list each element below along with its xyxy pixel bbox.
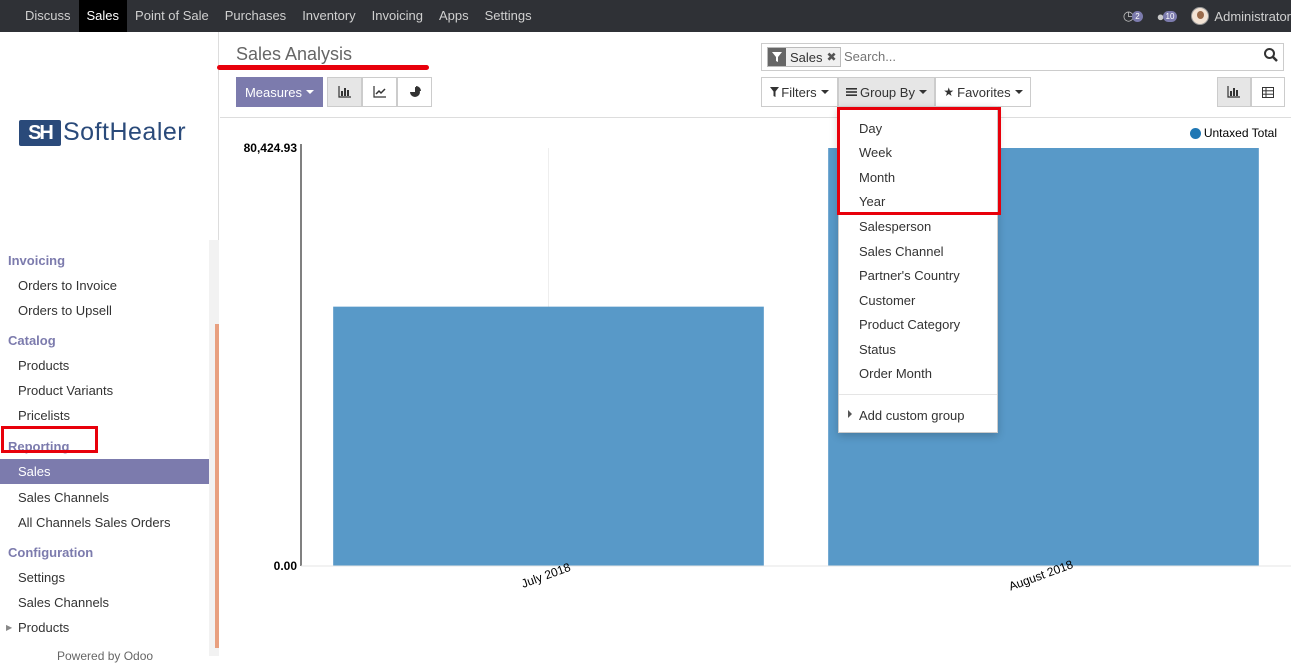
user-menu[interactable]: Administrator <box>1214 9 1291 24</box>
group-by-button[interactable]: Group By <box>838 77 935 107</box>
app-settings[interactable]: Settings <box>477 0 540 32</box>
caret-down-icon <box>820 90 829 94</box>
app-sales[interactable]: Sales <box>78 0 128 32</box>
top-navbar: Discuss Sales Point of Sale Purchases In… <box>0 0 1291 32</box>
favorites-label: Favorites <box>957 84 1011 100</box>
bar[interactable] <box>333 306 764 566</box>
section-catalog: Catalog <box>8 333 56 348</box>
measures-label: Measures <box>244 84 303 100</box>
user-avatar[interactable] <box>1191 7 1210 25</box>
section-invoicing: Invoicing <box>8 253 66 268</box>
search-facet[interactable]: Sales ✖ <box>767 47 841 67</box>
group-by-option-sales-channel[interactable]: Sales Channel <box>859 244 944 259</box>
group-by-option-product-category[interactable]: Product Category <box>859 317 960 332</box>
sidebar-item-orders-to-upsell[interactable]: Orders to Upsell <box>0 298 209 323</box>
search-input[interactable] <box>844 49 1244 64</box>
sidebar-item-products[interactable]: Products <box>0 353 209 378</box>
add-custom-group[interactable]: Add custom group <box>859 408 965 423</box>
messages-badge: 10 <box>1162 10 1178 22</box>
sidebar-item-config-sales-channels[interactable]: Sales Channels <box>0 590 209 615</box>
logo-mark: SH <box>19 119 61 146</box>
sidebar-item-sales-channels[interactable]: Sales Channels <box>0 485 209 510</box>
list-icon <box>846 88 858 96</box>
bar-chart-svg: 80,424.930.00 July 2018 August 2018 <box>244 141 1291 594</box>
caret-down-icon <box>306 90 315 94</box>
logo-text: SoftHealer <box>63 118 187 146</box>
search-bar[interactable]: Sales ✖ <box>761 43 1284 71</box>
app-apps[interactable]: Apps <box>431 0 477 32</box>
highlight-box-sales <box>1 426 98 453</box>
bar-chart-button[interactable] <box>327 77 362 107</box>
group-by-label: Group By <box>860 84 915 100</box>
graph-view-button[interactable] <box>1217 77 1251 107</box>
group-by-option-order-month[interactable]: Order Month <box>859 366 932 381</box>
facet-value: Sales <box>790 49 823 65</box>
highlight-box-date-groups <box>837 107 1001 215</box>
app-inventory[interactable]: Inventory <box>294 0 363 32</box>
app-discuss[interactable]: Discuss <box>17 0 79 32</box>
bar-chart-icon <box>1227 86 1240 98</box>
sidebar-scrollbar[interactable] <box>209 240 219 656</box>
sales-graph: Untaxed Total 80,424.93 0.00 July 2018 Augu… <box>221 118 1291 656</box>
app-invoicing[interactable]: Invoicing <box>364 0 431 32</box>
filter-icon <box>770 87 780 97</box>
caret-right-icon <box>848 410 852 418</box>
group-by-option-status[interactable]: Status <box>859 342 896 357</box>
sidebar-item-settings[interactable]: Settings <box>0 565 209 590</box>
y-tick-label: 0.00 <box>274 559 298 573</box>
messages-button[interactable]: ● 10 <box>1157 9 1178 24</box>
pie-chart-button[interactable] <box>397 77 432 107</box>
section-configuration: Configuration <box>8 545 94 560</box>
sidebar-item-sales[interactable]: Sales <box>0 459 209 484</box>
app-point-of-sale[interactable]: Point of Sale <box>127 0 217 32</box>
title-highlight <box>217 65 429 70</box>
caret-down-icon <box>918 90 927 94</box>
line-chart-icon <box>372 86 386 98</box>
star-icon: ★ <box>943 85 955 99</box>
dropdown-divider <box>839 394 997 395</box>
sidebar-item-orders-to-invoice[interactable]: Orders to Invoice <box>0 273 209 298</box>
sidebar-item-label: Products <box>18 620 70 635</box>
activity-badge: 2 <box>1132 10 1143 22</box>
company-logo: SH SoftHealer <box>19 118 186 147</box>
y-tick-label: 80,424.93 <box>244 141 298 155</box>
app-menu: Discuss Sales Point of Sale Purchases In… <box>17 0 540 32</box>
page-title: Sales Analysis <box>236 44 353 64</box>
activity-button[interactable]: ◷ 2 <box>1123 8 1143 24</box>
group-by-option-customer[interactable]: Customer <box>859 293 915 308</box>
sidebar: SH SoftHealer Invoicing Orders to Invoic… <box>0 32 219 663</box>
group-by-option-partner-s-country[interactable]: Partner's Country <box>859 268 960 283</box>
favorites-button[interactable]: ★ Favorites <box>935 77 1031 107</box>
pie-chart-icon <box>409 86 421 97</box>
filter-icon <box>768 48 786 66</box>
pivot-view-button[interactable] <box>1251 77 1285 107</box>
sidebar-item-config-products[interactable]: ▶ Products <box>0 615 209 640</box>
app-purchases[interactable]: Purchases <box>217 0 294 32</box>
sidebar-item-product-variants[interactable]: Product Variants <box>0 378 209 403</box>
powered-by: Powered by Odoo <box>57 649 154 663</box>
filters-button[interactable]: Filters <box>761 77 838 107</box>
search-icon[interactable] <box>1263 47 1279 63</box>
line-chart-button[interactable] <box>362 77 397 107</box>
filters-label: Filters <box>781 84 817 100</box>
measures-button[interactable]: Measures <box>236 77 323 107</box>
sidebar-item-pricelists[interactable]: Pricelists <box>0 403 209 428</box>
caret-down-icon <box>1014 90 1023 94</box>
group-by-option-salesperson[interactable]: Salesperson <box>859 219 931 234</box>
table-icon <box>1262 86 1274 98</box>
scrollbar-thumb[interactable] <box>215 324 219 648</box>
remove-facet-icon[interactable]: ✖ <box>827 50 840 64</box>
sidebar-item-all-channels-sales-orders[interactable]: All Channels Sales Orders <box>0 510 209 535</box>
caret-right-icon: ▶ <box>6 623 13 632</box>
bar-chart-icon <box>337 86 351 98</box>
